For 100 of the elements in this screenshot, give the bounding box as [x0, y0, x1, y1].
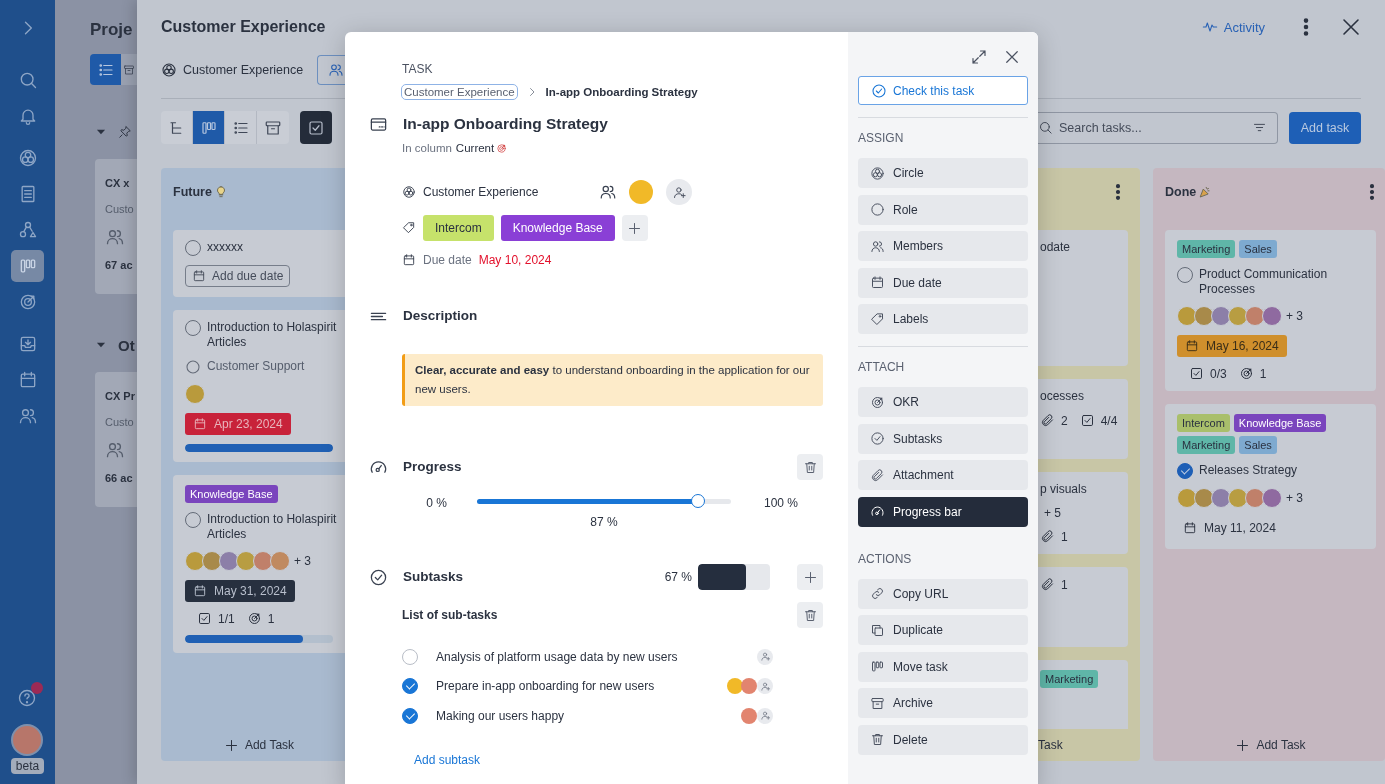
page-title: Proje: [90, 20, 134, 40]
stat-count: 1: [1259, 366, 1267, 381]
label-tag: Marketing: [1040, 670, 1099, 688]
task-card[interactable]: Marketing: [1038, 660, 1128, 729]
task-title: In-app Onboarding Strategy: [403, 114, 608, 134]
task-card[interactable]: ocesses 2 4/4: [1038, 379, 1128, 459]
assign-member-button[interactable]: [757, 678, 773, 695]
sidebar-action-button[interactable]: Progress bar: [858, 496, 1028, 527]
add-member-button[interactable]: [666, 179, 692, 205]
subtask-list-title: List of sub-tasks: [402, 608, 498, 622]
close-icon[interactable]: [1003, 48, 1021, 66]
paperclip-icon: [1040, 413, 1055, 428]
trash-icon: [802, 459, 818, 475]
sidebar-action-button[interactable]: Role: [858, 194, 1028, 225]
calendar-icon: [870, 275, 885, 290]
people-icon: [327, 62, 344, 78]
more-members-count: + 3: [1286, 491, 1303, 505]
label-tag[interactable]: Intercom: [423, 215, 494, 241]
delete-button[interactable]: [797, 602, 823, 628]
checkbox-icon: [197, 611, 212, 626]
subtask-checkbox[interactable]: [402, 678, 418, 695]
delete-button[interactable]: [797, 454, 823, 480]
help-icon[interactable]: [17, 688, 38, 708]
sidebar-action-button[interactable]: Labels: [858, 304, 1028, 334]
card-count: 66 ac: [105, 472, 133, 484]
add-task-link[interactable]: Add Task: [244, 738, 295, 752]
plus-icon[interactable]: [223, 737, 239, 753]
slider[interactable]: [477, 494, 731, 508]
board-nav-button[interactable]: [11, 250, 44, 282]
org-chart-icon: [17, 220, 38, 240]
sidebar-action-button[interactable]: Duplicate: [858, 615, 1028, 645]
slider-max-label: 100 %: [764, 495, 799, 511]
list-view-button[interactable]: [90, 54, 121, 85]
sidebar-action-button[interactable]: OKR: [858, 387, 1028, 417]
more-members-count: + 5: [1044, 506, 1061, 520]
task-title: xxxxxx: [207, 240, 243, 255]
subtask-checkbox[interactable]: [402, 707, 418, 724]
add-task-link[interactable]: Task: [1038, 738, 1063, 752]
task-card[interactable]: Intercom Knowledge Base Marketing Sales Releases Strategy + 3 May 11, 2024: [1165, 404, 1376, 549]
add-user-icon: [759, 680, 771, 692]
people-icon: [870, 238, 885, 254]
slider-handle[interactable]: [690, 494, 705, 508]
assign-member-button[interactable]: [757, 648, 773, 665]
subtask-text[interactable]: Analysis of platform usage data by new users: [436, 649, 678, 664]
task-card[interactable]: Knowledge Base Introduction to Holaspirit Articles + 3 May 31, 2024 1/1 1: [173, 475, 345, 653]
sidebar-action-button[interactable]: Attachment: [858, 460, 1028, 490]
label-tag: Knowledge Base: [1233, 414, 1327, 432]
board-view-button[interactable]: [193, 111, 225, 144]
task-card[interactable]: xxxxxx Add due date: [173, 230, 345, 297]
sidebar-action-button[interactable]: Archive: [858, 688, 1028, 718]
description-text[interactable]: Clear, accurate and easy to understand onboarding in the application for our new users.: [402, 354, 823, 406]
activity-link[interactable]: Activity: [1223, 19, 1265, 35]
archive-view-button[interactable]: [121, 54, 137, 85]
sidebar-action-button[interactable]: Members: [858, 231, 1028, 261]
add-task-button[interactable]: Add task: [1289, 111, 1361, 144]
label-tag[interactable]: Knowledge Base: [500, 215, 615, 241]
expand-icon[interactable]: [970, 48, 988, 66]
section-heading: ATTACH: [858, 359, 906, 375]
archive-icon: [123, 63, 135, 76]
project-card[interactable]: CX Pr Custo 66 ac: [95, 372, 137, 507]
checkbox-icon: [307, 118, 325, 137]
tag-icon: [402, 221, 416, 235]
checkbox-button[interactable]: [300, 111, 332, 144]
task-card[interactable]: Marketing Sales Product Communication Processes + 3 May 16, 2024 0/3 1: [1165, 230, 1376, 391]
user-avatar[interactable]: [11, 724, 44, 756]
subtask-text[interactable]: Prepare in-app onboarding for new users: [436, 679, 655, 694]
sidebar-action-button[interactable]: Subtasks: [858, 423, 1028, 454]
sidebar-action-button[interactable]: Due date: [858, 267, 1028, 298]
party-icon: [1198, 185, 1213, 199]
search-field[interactable]: Search tasks...: [1038, 111, 1278, 144]
check-circle[interactable]: [1177, 463, 1193, 479]
sidebar-action-button[interactable]: Move task: [858, 651, 1028, 682]
task-card[interactable]: p visuals + 5 1: [1038, 472, 1128, 554]
add-task-link[interactable]: Add Task: [1256, 738, 1306, 752]
task-card[interactable]: odate: [1038, 230, 1128, 366]
add-subtask-button[interactable]: [797, 564, 823, 590]
search-input[interactable]: Search tasks...: [1057, 120, 1248, 135]
add-due-date-button[interactable]: Add due date: [185, 265, 291, 287]
project-card[interactable]: CX x Custo 67 ac: [95, 159, 137, 294]
trash-icon: [870, 732, 885, 747]
task-card[interactable]: 1: [1038, 567, 1128, 647]
check-task-button[interactable]: Check this task: [858, 76, 1028, 105]
assign-member-button[interactable]: [757, 707, 773, 724]
sidebar-action-button[interactable]: Circle: [858, 158, 1028, 188]
target-icon: [1238, 366, 1254, 381]
due-date[interactable]: May 10, 2024: [478, 253, 552, 267]
add-label-button[interactable]: [621, 215, 648, 241]
check-circle-icon: [871, 82, 887, 99]
breadcrumb-link[interactable]: Customer Experience: [401, 84, 518, 100]
plus-icon[interactable]: [1235, 737, 1251, 753]
due-date: May 16, 2024: [1206, 339, 1279, 353]
circles-icon: [870, 165, 885, 181]
task-card[interactable]: Introduction to Holaspirit Articles Customer Support Apr 23, 2024: [173, 310, 345, 462]
sidebar-action-button[interactable]: Copy URL: [858, 578, 1028, 609]
subtask-text[interactable]: Making our users happy: [436, 708, 565, 723]
sidebar-action-button[interactable]: Delete: [858, 724, 1028, 755]
label-tag: Sales: [1239, 240, 1277, 258]
calendar-icon: [193, 417, 207, 431]
search-icon: [1038, 120, 1053, 135]
add-subtask-link[interactable]: Add subtask: [414, 751, 481, 768]
